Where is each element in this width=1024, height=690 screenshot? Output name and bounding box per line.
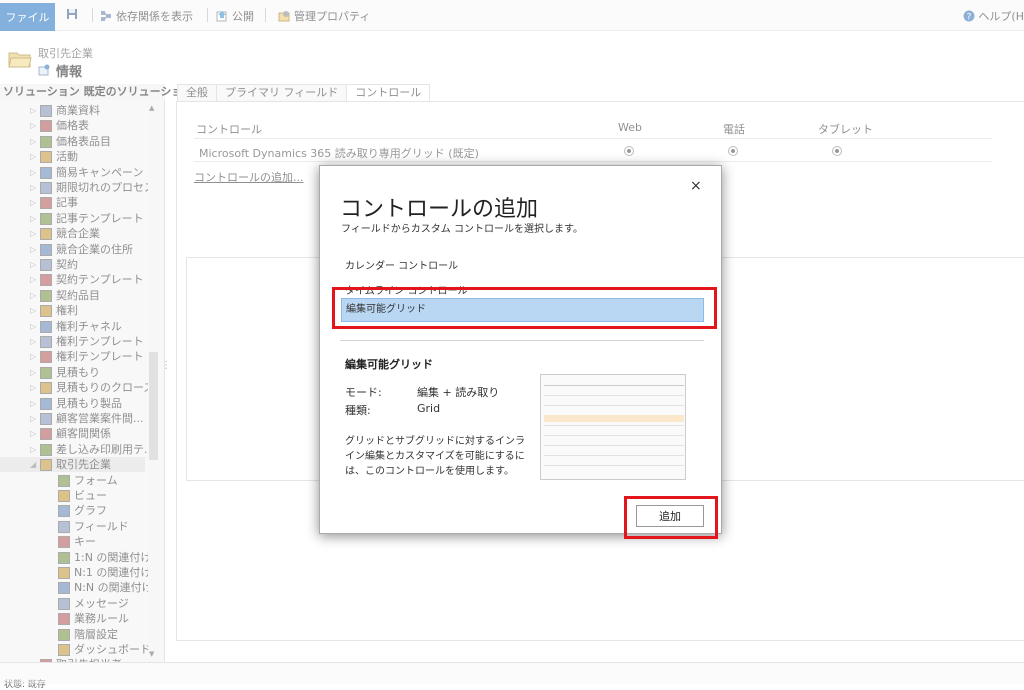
- preview-row: [544, 455, 684, 456]
- preview-row: [544, 395, 684, 396]
- preview-row: [544, 435, 684, 436]
- preview-header-line: [544, 385, 684, 386]
- option-calendar[interactable]: カレンダー コントロール: [345, 257, 458, 272]
- mode-label: モード:: [345, 386, 382, 399]
- highlight-frame-add: [624, 496, 718, 539]
- type-label: 種類:: [345, 404, 371, 417]
- dialog-divider: [340, 340, 704, 341]
- type-value: Grid: [417, 402, 441, 415]
- detail-title: 編集可能グリッド: [345, 358, 433, 371]
- dialog-subtitle: フィールドからカスタム コントロールを選択します。: [341, 224, 583, 235]
- dialog-title: コントロールの追加: [340, 197, 539, 222]
- preview-row: [544, 405, 684, 406]
- detail-description: グリッドとサブグリッドに対するインライン編集とカスタマイズを可能にするには、この…: [345, 436, 525, 477]
- highlight-frame-option: [332, 287, 717, 329]
- preview-highlight-row: [544, 415, 684, 422]
- grid-preview-image: [540, 374, 686, 480]
- preview-row: [544, 445, 684, 446]
- mode-value: 編集 + 読み取り: [417, 386, 500, 399]
- preview-row: [544, 465, 684, 466]
- preview-row: [544, 425, 684, 426]
- close-icon[interactable]: ×: [690, 178, 702, 194]
